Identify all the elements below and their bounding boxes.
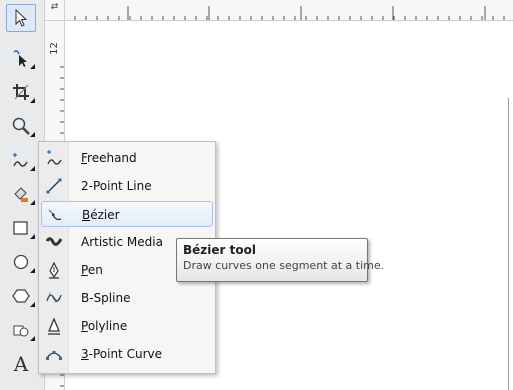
smart-fill-icon bbox=[11, 184, 31, 204]
rectangle-icon bbox=[11, 218, 31, 238]
pick-tool[interactable] bbox=[6, 4, 36, 32]
flyout-label: 3-Point Curve bbox=[81, 347, 162, 361]
crop-icon bbox=[11, 82, 31, 102]
b-spline-icon bbox=[43, 288, 65, 308]
basic-shapes-icon bbox=[11, 320, 31, 340]
two-point-line-icon bbox=[43, 176, 65, 196]
shape-tool[interactable] bbox=[6, 44, 36, 72]
polyline-icon bbox=[43, 316, 65, 336]
flyout-item-2-point-line[interactable]: 2-Point Line bbox=[41, 173, 213, 199]
bezier-tooltip: Bézier tool Draw curves one segment at a… bbox=[176, 238, 385, 282]
flyout-item-3-point-curve[interactable]: 3-Point Curve bbox=[41, 341, 213, 367]
ruler-origin[interactable]: ⇄ bbox=[45, 0, 65, 21]
artistic-media-icon bbox=[43, 232, 65, 252]
text-icon: A bbox=[13, 352, 29, 376]
flyout-item-polyline[interactable]: Polyline bbox=[41, 313, 213, 339]
smart-fill-tool[interactable] bbox=[6, 180, 36, 208]
freehand-icon bbox=[43, 148, 65, 168]
basic-shapes-tool[interactable] bbox=[6, 316, 36, 344]
flyout-label: Freehand bbox=[81, 151, 137, 165]
bezier-icon bbox=[44, 205, 66, 225]
ellipse-icon bbox=[11, 252, 31, 272]
horizontal-ruler[interactable] bbox=[65, 0, 513, 21]
tooltip-description: Draw curves one segment at a time. bbox=[183, 259, 385, 272]
flyout-label: Polyline bbox=[81, 319, 128, 333]
flyout-item-b-spline[interactable]: B-Spline bbox=[41, 285, 213, 311]
shape-edit-icon bbox=[11, 48, 31, 68]
rectangle-tool[interactable] bbox=[6, 214, 36, 242]
zoom-tool[interactable] bbox=[6, 112, 36, 140]
polygon-icon bbox=[11, 286, 31, 306]
flyout-label: Bézier bbox=[82, 208, 120, 222]
flyout-label: Pen bbox=[81, 263, 103, 277]
tooltip-title: Bézier tool bbox=[183, 243, 256, 257]
polygon-tool[interactable] bbox=[6, 282, 36, 310]
corel-draw-window: A ⇄ 12 Freehand 2-Point Line Bézier Arti… bbox=[0, 0, 513, 390]
zoom-icon bbox=[11, 116, 31, 136]
flyout-label: Artistic Media bbox=[81, 235, 163, 249]
freehand-curve-icon bbox=[11, 150, 31, 170]
text-tool[interactable]: A bbox=[6, 350, 36, 378]
three-point-curve-icon bbox=[43, 344, 65, 364]
ellipse-tool[interactable] bbox=[6, 248, 36, 276]
curve-tool[interactable] bbox=[6, 146, 36, 174]
flyout-item-bezier[interactable]: Bézier bbox=[41, 201, 213, 227]
flyout-label: B-Spline bbox=[81, 291, 131, 305]
crop-tool[interactable] bbox=[6, 78, 36, 106]
page-border bbox=[508, 98, 509, 390]
pen-icon bbox=[43, 260, 65, 280]
flyout-label: 2-Point Line bbox=[81, 179, 152, 193]
flyout-item-freehand[interactable]: Freehand bbox=[41, 145, 213, 171]
pick-arrow-icon bbox=[13, 9, 29, 27]
